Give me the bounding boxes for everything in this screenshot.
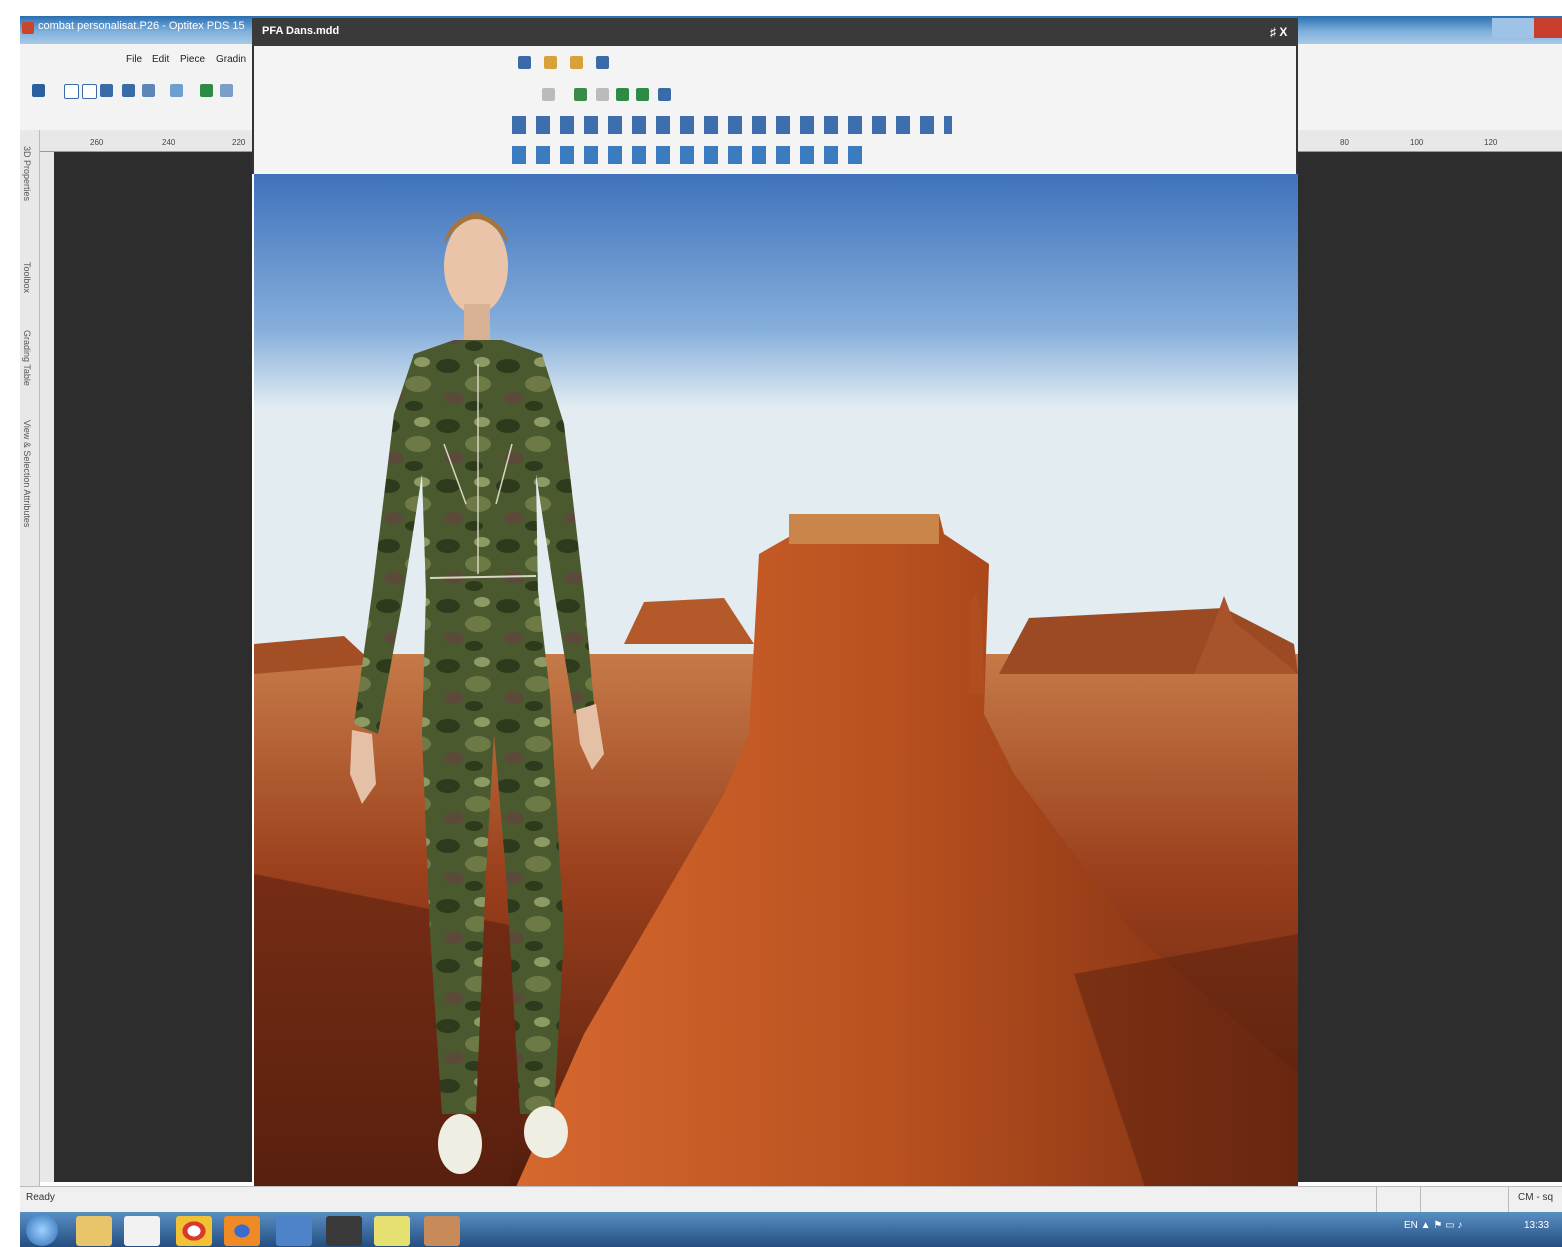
ruler-tick: 100 bbox=[1410, 138, 1424, 147]
bottle-icon[interactable] bbox=[574, 88, 587, 101]
status-bar bbox=[20, 1186, 1562, 1212]
piece-icon[interactable] bbox=[544, 56, 557, 69]
character-icon[interactable] bbox=[424, 1216, 460, 1246]
pen-icon[interactable] bbox=[518, 56, 531, 69]
status-cell bbox=[1376, 1186, 1377, 1212]
piece-copy-icon[interactable] bbox=[570, 56, 583, 69]
ruler-tick: 80 bbox=[1340, 138, 1349, 147]
stitch-icon[interactable] bbox=[636, 88, 649, 101]
horizontal-ruler-right bbox=[1298, 130, 1562, 152]
network-icon[interactable] bbox=[276, 1216, 312, 1246]
ruler-tick: 120 bbox=[1484, 138, 1498, 147]
menu-file[interactable]: File bbox=[126, 54, 142, 65]
pfa-window-controls[interactable]: ♯ X bbox=[1270, 25, 1287, 39]
app-title: combat personalisat.P26 - Optitex PDS 15 bbox=[38, 20, 245, 32]
menu-grading[interactable]: Gradin bbox=[216, 54, 246, 65]
cut-icon[interactable] bbox=[596, 88, 609, 101]
horizontal-ruler-left bbox=[20, 130, 252, 152]
grid-icon[interactable] bbox=[542, 88, 555, 101]
clock[interactable]: 13:33 bbox=[1524, 1220, 1549, 1231]
new-file-icon[interactable] bbox=[64, 84, 79, 99]
toolbar-row-4[interactable] bbox=[512, 146, 864, 164]
toolbar-row-3[interactable] bbox=[512, 116, 952, 134]
workspace-right bbox=[1298, 152, 1562, 1182]
workspace-left bbox=[40, 152, 252, 1182]
app-icon[interactable] bbox=[326, 1216, 362, 1246]
excel-icon[interactable] bbox=[200, 84, 213, 97]
main-toolbar bbox=[20, 74, 252, 130]
windows-start-icon[interactable] bbox=[26, 1214, 58, 1246]
pfa-window-title: PFA Dans.mdd bbox=[262, 25, 340, 37]
firefox-icon[interactable] bbox=[224, 1216, 260, 1246]
right-toolbar-area bbox=[1298, 44, 1562, 130]
open-file-icon[interactable] bbox=[82, 84, 97, 99]
3d-viewport[interactable] bbox=[254, 174, 1298, 1214]
status-text: Ready bbox=[26, 1192, 55, 1203]
save-icon[interactable] bbox=[100, 84, 113, 97]
tool-icon[interactable] bbox=[220, 84, 233, 97]
layout-icon[interactable] bbox=[170, 84, 183, 97]
ruler-tick: 260 bbox=[90, 138, 104, 147]
panel-tab-view-selection[interactable]: View & Selection Attributes bbox=[22, 420, 32, 527]
menu-piece[interactable]: Piece bbox=[180, 54, 205, 65]
select-tool-icon[interactable] bbox=[32, 84, 45, 97]
print-icon[interactable] bbox=[122, 84, 135, 97]
panel-tab-toolbox[interactable]: Toolbox bbox=[22, 262, 32, 293]
chrome-icon[interactable] bbox=[176, 1216, 212, 1246]
menu-edit[interactable]: Edit bbox=[152, 54, 169, 65]
export-icon[interactable] bbox=[658, 88, 671, 101]
check-icon[interactable] bbox=[616, 88, 629, 101]
ruler-tick: 240 bbox=[162, 138, 176, 147]
document-icon[interactable] bbox=[596, 56, 609, 69]
explorer-icon[interactable] bbox=[76, 1216, 112, 1246]
status-cell bbox=[1420, 1186, 1421, 1212]
optitex-icon[interactable] bbox=[374, 1216, 410, 1246]
pfa-toolbars bbox=[252, 46, 1298, 174]
media-player-icon[interactable] bbox=[124, 1216, 160, 1246]
system-tray[interactable]: EN ▲ ⚑ ▭ ♪ bbox=[1404, 1220, 1462, 1231]
panel-tab-grading-table[interactable]: Grading Table bbox=[22, 330, 32, 386]
desert-scene bbox=[254, 174, 1298, 1214]
vertical-ruler bbox=[40, 152, 54, 1182]
window-controls[interactable] bbox=[1492, 18, 1562, 38]
image-icon[interactable] bbox=[142, 84, 155, 97]
ruler-tick: 220 bbox=[232, 138, 246, 147]
panel-tab-3d-properties[interactable]: 3D Properties bbox=[22, 146, 32, 201]
pfa-window-titlebar[interactable] bbox=[252, 18, 1298, 46]
app-icon bbox=[22, 22, 34, 34]
units-indicator: CM - sq bbox=[1518, 1192, 1553, 1203]
status-cell bbox=[1508, 1186, 1509, 1212]
